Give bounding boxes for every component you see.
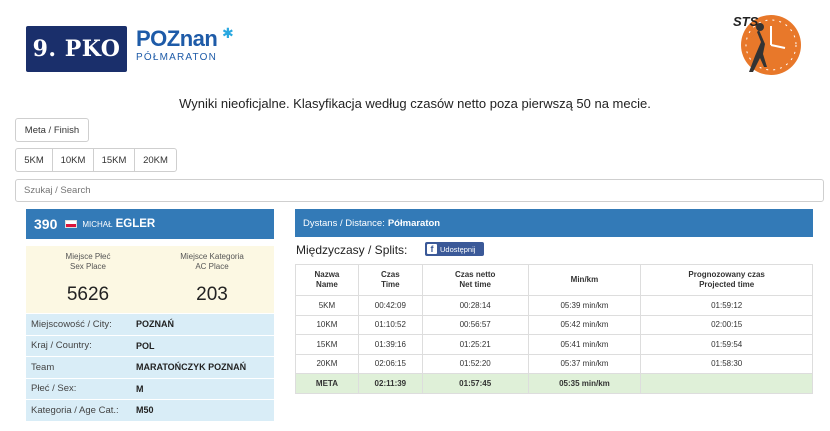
- table-row: 20KM 02:06:15 01:52:20 05:37 min/km 01:5…: [295, 353, 813, 374]
- polmaraton-logo-text: PÓŁMARATON: [136, 52, 218, 63]
- info-key: Team: [31, 361, 55, 373]
- splits-title: Międzyczasy / Splits:: [296, 243, 408, 257]
- category-place: Miejsce Kategoria AC Place 203: [150, 246, 274, 313]
- split-net-time: 01:57:45: [421, 373, 529, 394]
- split-pace: 05:39 min/km: [527, 295, 642, 316]
- info-key: Miejscowość / City:: [31, 318, 112, 330]
- split-time: 00:42:09: [357, 295, 423, 316]
- sex-place-label: Miejsce Płeć Sex Place: [65, 252, 111, 271]
- split-pace: 05:41 min/km: [527, 334, 642, 355]
- distance-20km-button[interactable]: 20KM: [134, 148, 177, 172]
- sts-timing-logo: STS: [733, 12, 805, 76]
- splits-header-row: Nazwa Name Czas Time Czas netto Net time Mi…: [295, 264, 813, 296]
- split-pace: 05:37 min/km: [527, 353, 642, 374]
- share-button[interactable]: f Udostępnij: [425, 242, 484, 256]
- info-value: M: [136, 383, 144, 394]
- poznan-polmaraton-logo: POZnan PÓŁMARATON ✱: [136, 25, 246, 68]
- distance-10km-button[interactable]: 10KM: [52, 148, 94, 172]
- split-time: 01:39:16: [357, 334, 423, 355]
- split-net-time: 01:52:20: [421, 353, 529, 374]
- split-projected: 02:00:15: [640, 314, 813, 335]
- distance-5km-button[interactable]: 5KM: [15, 148, 53, 172]
- bib-number: 390: [34, 216, 58, 232]
- info-key: Płeć / Sex:: [31, 383, 77, 395]
- info-value: MARATOŃCZYK POZNAŃ: [136, 362, 247, 373]
- distance-value: Półmaraton: [387, 217, 441, 229]
- distance-label: Dystans / Distance:: [303, 217, 385, 229]
- info-row-city: Miejscowość / City: POZNAŃ: [26, 314, 274, 336]
- distance-header: Dystans / Distance: Półmaraton: [295, 209, 813, 237]
- page-headline: Wyniki nieoficjalne. Klasyfikacja według…: [179, 96, 651, 111]
- info-row-team: Team MARATOŃCZYK POZNAŃ: [26, 357, 274, 379]
- search-input[interactable]: [15, 179, 824, 202]
- split-projected: [640, 373, 813, 394]
- table-row: 5KM 00:42:09 00:28:14 05:39 min/km 01:59…: [295, 295, 813, 316]
- split-projected: 01:59:54: [640, 334, 813, 355]
- split-pace: 05:35 min/km: [527, 373, 642, 394]
- pko-logo: 9. PKO: [26, 26, 127, 72]
- info-row-country: Kraj / Country: POL: [26, 335, 274, 357]
- finish-button[interactable]: Meta / Finish: [15, 118, 89, 142]
- info-key: Kraj / Country:: [31, 340, 92, 352]
- category-place-value: 203: [196, 284, 228, 305]
- split-name: 15KM: [295, 334, 359, 355]
- split-net-time: 01:25:21: [421, 334, 529, 355]
- info-row-age-category: Kategoria / Age Cat.: M50: [26, 400, 274, 422]
- info-value: POL: [136, 340, 155, 351]
- column-header-projected: Prognozowany czas Projected time: [640, 264, 813, 296]
- distance-button-group: 5KM 10KM 15KM 20KM: [15, 148, 177, 172]
- info-row-sex: Płeć / Sex: M: [26, 378, 274, 400]
- athlete-last-name: EGLER: [115, 218, 156, 230]
- split-pace: 05:42 min/km: [527, 314, 642, 335]
- athlete-first-name: Michał: [82, 219, 113, 229]
- column-header-net-time: Czas netto Net time: [421, 264, 529, 296]
- finish-row: META 02:11:39 01:57:45 05:35 min/km: [295, 373, 813, 394]
- share-label: Udostępnij: [440, 244, 476, 254]
- column-header-pace: Min/km: [527, 264, 642, 296]
- column-header-name: Nazwa Name: [295, 264, 359, 296]
- places-panel: Miejsce Płeć Sex Place 5626 Miejsce Kate…: [26, 246, 274, 313]
- split-name: 20KM: [295, 353, 359, 374]
- split-name: 5KM: [295, 295, 359, 316]
- table-row: 10KM 01:10:52 00:56:57 05:42 min/km 02:0…: [295, 314, 813, 335]
- split-net-time: 00:28:14: [421, 295, 529, 316]
- splits-table: Nazwa Name Czas Time Czas netto Net time Mi…: [295, 264, 813, 394]
- sex-place: Miejsce Płeć Sex Place 5626: [26, 246, 150, 313]
- split-time: 02:11:39: [357, 373, 423, 394]
- distance-15km-button[interactable]: 15KM: [93, 148, 135, 172]
- sex-place-value: 5626: [66, 284, 110, 305]
- category-place-label: Miejsce Kategoria AC Place: [180, 252, 244, 271]
- split-projected: 01:59:12: [640, 295, 813, 316]
- info-key: Kategoria / Age Cat.:: [31, 404, 119, 416]
- athlete-info-table: Miejscowość / City: POZNAŃ Kraj / Countr…: [26, 314, 274, 422]
- info-value: M50: [136, 405, 154, 416]
- split-net-time: 00:56:57: [421, 314, 529, 335]
- column-header-time: Czas Time: [357, 264, 423, 296]
- poland-flag-icon: [65, 220, 78, 228]
- split-time: 02:06:15: [357, 353, 423, 374]
- split-projected: 01:58:30: [640, 353, 813, 374]
- sts-logo-text: STS: [733, 14, 759, 29]
- athlete-header: 390 Michał EGLER: [26, 209, 274, 239]
- table-row: 15KM 01:39:16 01:25:21 05:41 min/km 01:5…: [295, 334, 813, 355]
- split-time: 01:10:52: [357, 314, 423, 335]
- split-name: META: [295, 373, 359, 394]
- info-value: POZNAŃ: [136, 319, 174, 330]
- split-name: 10KM: [295, 314, 359, 335]
- facebook-icon: f: [427, 244, 437, 254]
- star-icon: ✱: [222, 25, 234, 41]
